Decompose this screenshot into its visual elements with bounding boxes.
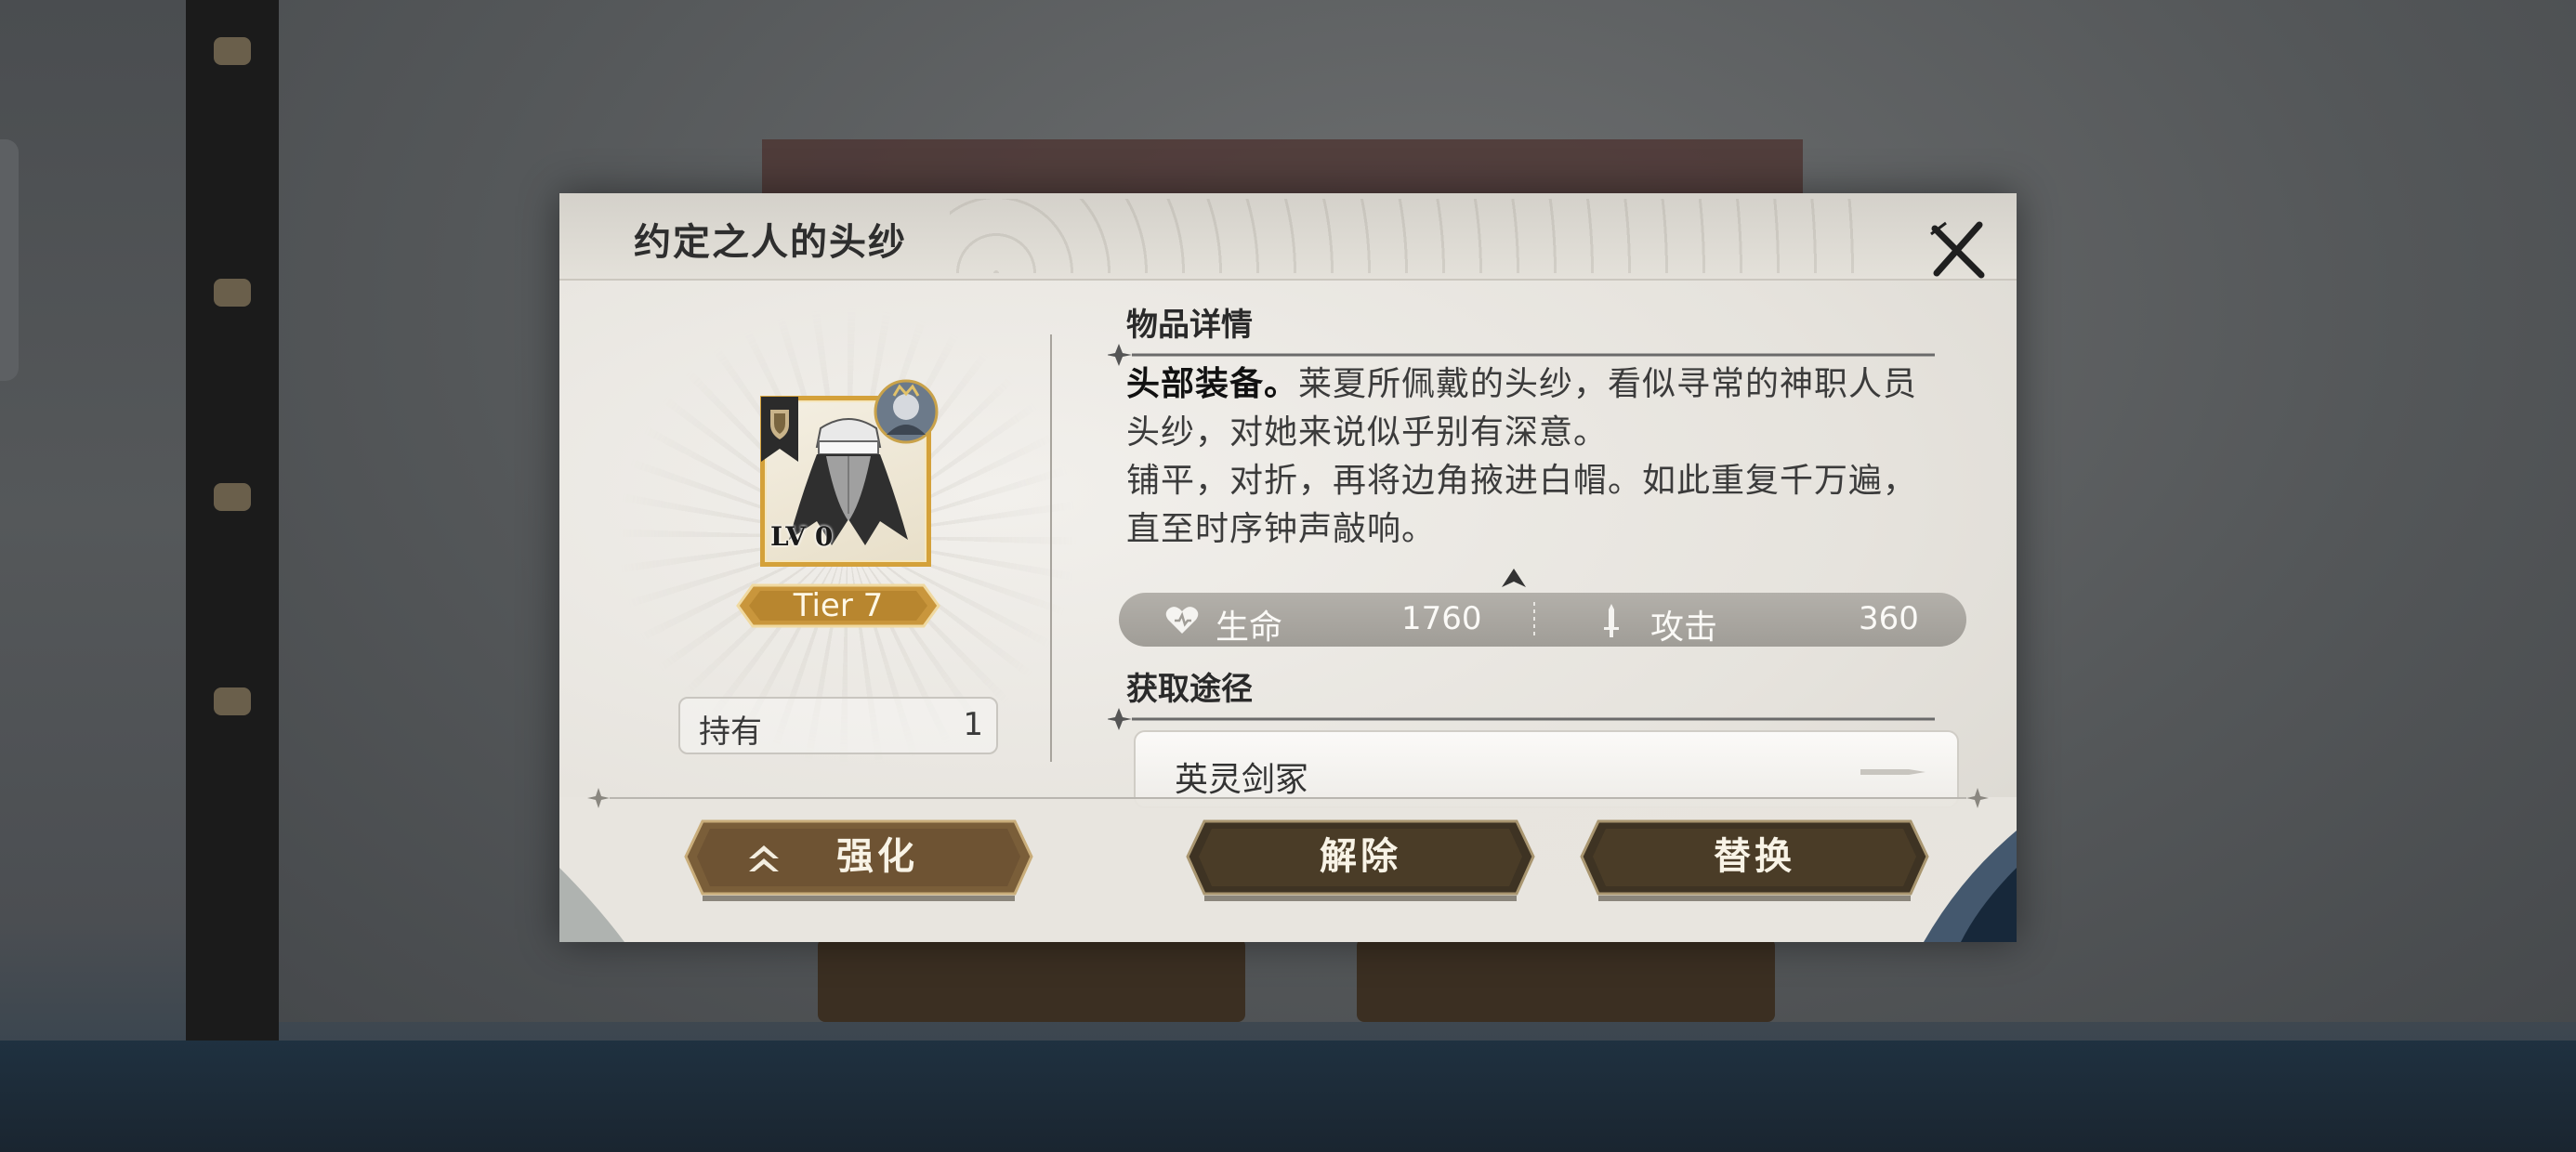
background-blurred-button [818, 938, 1245, 1022]
tier-badge: Tier 7 [736, 582, 940, 630]
background-blurred-button [1357, 938, 1775, 1022]
owned-label: 持有 [699, 713, 762, 751]
background-pillar [186, 0, 279, 1152]
upgrade-button[interactable]: 强化 [682, 816, 1035, 905]
description-lead: 头部装备。 [1126, 365, 1299, 403]
caret-up-icon [1502, 569, 1526, 587]
background-sea [0, 1041, 2576, 1152]
stat-atk-label: 攻击 [1650, 609, 1718, 647]
side-drawer-tab[interactable] [0, 139, 19, 381]
stat-hp-value: 1760 [1401, 600, 1482, 637]
unequip-button-label: 解除 [1320, 834, 1401, 878]
stat-divider [1533, 602, 1535, 639]
header-ornament [950, 199, 1879, 273]
item-detail-dialog: 约定之人的头纱 LV 0 Tier 7 持有 1 物品详情 头部装备。莱夏所佩戴… [559, 193, 2017, 942]
footer-divider [587, 788, 1989, 808]
unequip-button[interactable]: 解除 [1184, 816, 1537, 905]
stat-atk-value: 360 [1859, 600, 1919, 637]
description-text-2: 铺平，对折，再将边角掖进白帽。如此重复千万遍，直至时序钟声敲响。 [1126, 462, 1918, 548]
owned-value: 1 [963, 706, 983, 743]
heart-icon [1165, 607, 1199, 634]
panel-divider [1050, 334, 1052, 762]
character-portrait-icon[interactable] [874, 379, 939, 444]
details-heading: 物品详情 [1126, 307, 1253, 344]
corner-ornament [1924, 831, 2017, 942]
arrow-right-icon [1860, 769, 1925, 775]
owned-count-box: 持有 1 [678, 697, 998, 754]
item-level: LV 0 [770, 521, 834, 552]
stat-hp-label: 生命 [1216, 609, 1283, 647]
close-x-icon [1930, 221, 1985, 279]
corner-ornament [559, 868, 624, 942]
pillar-ornament [214, 37, 251, 65]
pillar-ornament [214, 483, 251, 511]
shield-banner-icon [761, 397, 798, 462]
close-button[interactable] [1925, 217, 1991, 282]
pillar-ornament [214, 687, 251, 715]
sword-icon [1604, 604, 1619, 637]
tier-label: Tier 7 [793, 587, 884, 624]
sources-heading: 获取途径 [1126, 671, 1253, 708]
stat-bar: 生命 1760 攻击 360 [1119, 593, 1966, 647]
upgrade-button-label: 强化 [836, 834, 918, 878]
item-description: 头部装备。莱夏所佩戴的头纱，看似寻常的神职人员头纱，对她来说似乎别有深意。 铺平… [1126, 360, 1925, 554]
section-divider [1108, 708, 1935, 730]
pillar-ornament [214, 279, 251, 307]
dialog-title: 约定之人的头纱 [634, 220, 907, 264]
